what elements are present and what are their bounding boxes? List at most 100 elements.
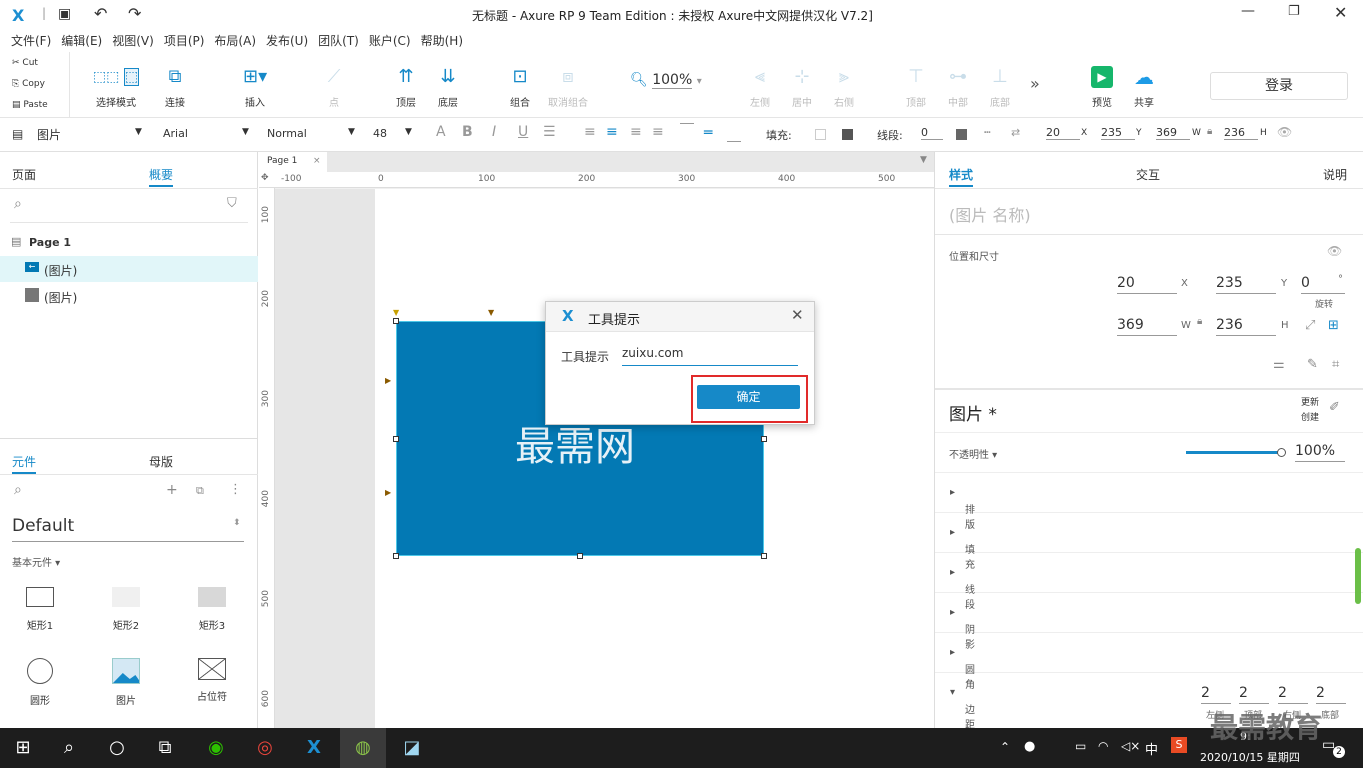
library-select[interactable]: Default ⬍ (12, 516, 244, 542)
menu-team[interactable]: 团队(T) (313, 30, 364, 52)
w-field[interactable]: 369 (1117, 314, 1177, 336)
edit-pencil-icon[interactable]: ✎ (1307, 357, 1318, 372)
section-shadow[interactable]: 阴影 ▸ (935, 593, 1363, 651)
people-icon[interactable]: ⌃ (1000, 740, 1010, 754)
section-typography[interactable]: 排版 ▸ (935, 473, 1363, 531)
scrollbar[interactable] (1355, 548, 1361, 604)
clock-date[interactable]: 2020/10/15 星期四 (1200, 749, 1300, 765)
widget-image[interactable]: 图片 (100, 658, 152, 708)
library-copy-icon[interactable]: ⧉ (196, 484, 204, 498)
dialog-close-icon[interactable]: ✕ (791, 306, 804, 324)
tab-masters[interactable]: 母版 (149, 453, 173, 470)
create-style-link[interactable]: 创建 (1301, 410, 1319, 423)
update-style-link[interactable]: 更新 (1301, 395, 1319, 408)
maximize-button[interactable]: ❐ (1288, 4, 1300, 19)
opacity-slider[interactable] (1186, 448, 1286, 457)
stroke-width-input[interactable]: 0 (921, 126, 943, 140)
tab-interactions[interactable]: 交互 (1136, 166, 1160, 183)
wifi-icon[interactable]: ◠ (1098, 739, 1108, 753)
ungroup-button[interactable]: ⧈ 取消组合 (538, 66, 598, 109)
stroke-pattern-icon[interactable]: ┅ (984, 126, 991, 139)
network-icon[interactable]: ▭ (1075, 739, 1086, 753)
padding-right-field[interactable]: 2 (1278, 682, 1308, 704)
menu-account[interactable]: 账户(C) (364, 30, 416, 52)
design-surface[interactable] (275, 189, 375, 728)
tab-notes[interactable]: 说明 (1323, 166, 1347, 183)
font-select[interactable]: Arial (163, 127, 188, 140)
menu-file[interactable]: 文件(F) (6, 30, 56, 52)
cut-button[interactable]: ✂ Cut (12, 58, 38, 68)
valign-top-icon[interactable]: ⎺ (680, 122, 694, 138)
login-button[interactable]: 登录 (1210, 72, 1348, 100)
widget-rect3[interactable]: 矩形3 (186, 584, 238, 634)
point-button[interactable]: ⟋ 点 (304, 66, 364, 109)
select-mode-button[interactable]: ⬚⬚ ⬚ 选择模式 (86, 66, 146, 109)
selection-handle[interactable] (393, 553, 399, 559)
menu-view[interactable]: 视图(V) (107, 30, 159, 52)
add-library-icon[interactable]: + (166, 482, 178, 498)
x-field[interactable]: 20 (1117, 272, 1177, 294)
section-fill[interactable]: 填充 ▸ (935, 513, 1363, 571)
send-bottom-button[interactable]: ⇊ 底层 (418, 66, 478, 109)
visibility-eye-icon[interactable]: 👁︎ (1327, 244, 1342, 258)
outline-page-item[interactable]: Page 1 (29, 236, 71, 249)
close-tab-icon[interactable]: × (313, 156, 321, 166)
ok-button[interactable]: 确定 (697, 385, 800, 409)
lock-icon[interactable]: 🔒︎ (1207, 126, 1212, 137)
widget-rect1[interactable]: 矩形1 (14, 584, 66, 634)
adjust-settings-icon[interactable]: ⚌ (1273, 357, 1285, 372)
y-field[interactable]: 235 (1216, 272, 1276, 294)
lock-icon[interactable]: 🔒︎ (1197, 316, 1202, 327)
crop-icon[interactable]: ⌗ (1332, 357, 1339, 372)
align-text-right-icon[interactable]: ≡ (630, 124, 642, 140)
bullet-list-icon[interactable]: ☰ (543, 124, 556, 140)
visibility-eye-icon[interactable]: 👁︎ (1277, 125, 1292, 139)
x-input[interactable]: 20 (1046, 126, 1080, 140)
page-tab[interactable]: Page 1 × (259, 152, 327, 172)
cortana-icon[interactable]: ○ (94, 728, 140, 768)
section-corner[interactable]: 圆角 ▸ (935, 633, 1363, 691)
padding-bottom-field[interactable]: 2 (1316, 682, 1346, 704)
padding-left-field[interactable]: 2 (1201, 682, 1231, 704)
outline-item-selected[interactable]: ← (图片) (0, 256, 258, 282)
selection-handle[interactable] (761, 553, 767, 559)
align-right-button[interactable]: ⫸ 右侧 (814, 66, 874, 109)
w-input[interactable]: 369 (1156, 126, 1190, 140)
zoom-control[interactable]: 🔍︎ 100% ▾ (630, 72, 702, 89)
fill-color-swatch[interactable] (815, 129, 826, 140)
chrome-icon[interactable]: ◎ (242, 728, 288, 768)
windows-start-icon[interactable]: ⊞ (0, 728, 46, 768)
menu-project[interactable]: 项目(P) (159, 30, 210, 52)
underline-icon[interactable]: U (518, 124, 528, 140)
selection-handle[interactable] (761, 436, 767, 442)
auto-fit-icon[interactable]: ⊞ (1328, 318, 1339, 333)
tabs-dropdown-icon[interactable]: ▼ (920, 155, 927, 165)
task-view-icon[interactable]: ⧉ (142, 728, 188, 768)
italic-icon[interactable]: I (492, 124, 496, 140)
arrow-style-icon[interactable]: ⇄ (1011, 126, 1020, 139)
more-tools-icon[interactable]: » (1030, 74, 1040, 93)
corner-radius-handle[interactable]: ▼ (393, 308, 399, 317)
save-icon[interactable]: ▣ (58, 6, 71, 22)
fit-to-content-icon[interactable]: ⤢ (1305, 318, 1315, 333)
tooltip-marker[interactable]: ▶ (385, 376, 391, 385)
font-color-icon[interactable]: A (436, 124, 446, 140)
widget-rect2[interactable]: 矩形2 (100, 584, 152, 634)
insert-button[interactable]: ⊞▾ 插入 (225, 66, 285, 109)
menu-layout[interactable]: 布局(A) (209, 30, 261, 52)
paste-button[interactable]: ▤ Paste (12, 100, 48, 110)
justify-icon[interactable]: ≡ (652, 124, 664, 140)
font-style-select[interactable]: Normal (267, 127, 307, 140)
search-icon[interactable]: ⌕ (46, 728, 92, 768)
opacity-field[interactable]: 100% (1295, 440, 1345, 462)
h-input[interactable]: 236 (1224, 126, 1258, 140)
h-field[interactable]: 236 (1216, 314, 1276, 336)
tab-outline[interactable]: 概要 (149, 166, 174, 187)
search-icon[interactable]: ⌕ (14, 196, 22, 212)
widget-circle[interactable]: 圆形 (14, 658, 66, 708)
widget-placeholder[interactable]: 占位符 (186, 658, 238, 708)
minimize-button[interactable]: — (1241, 3, 1255, 19)
outline-item[interactable]: (图片) (0, 283, 258, 309)
filter-icon[interactable]: ⛉ (227, 196, 237, 211)
undo-icon[interactable]: ↶ (94, 4, 107, 23)
